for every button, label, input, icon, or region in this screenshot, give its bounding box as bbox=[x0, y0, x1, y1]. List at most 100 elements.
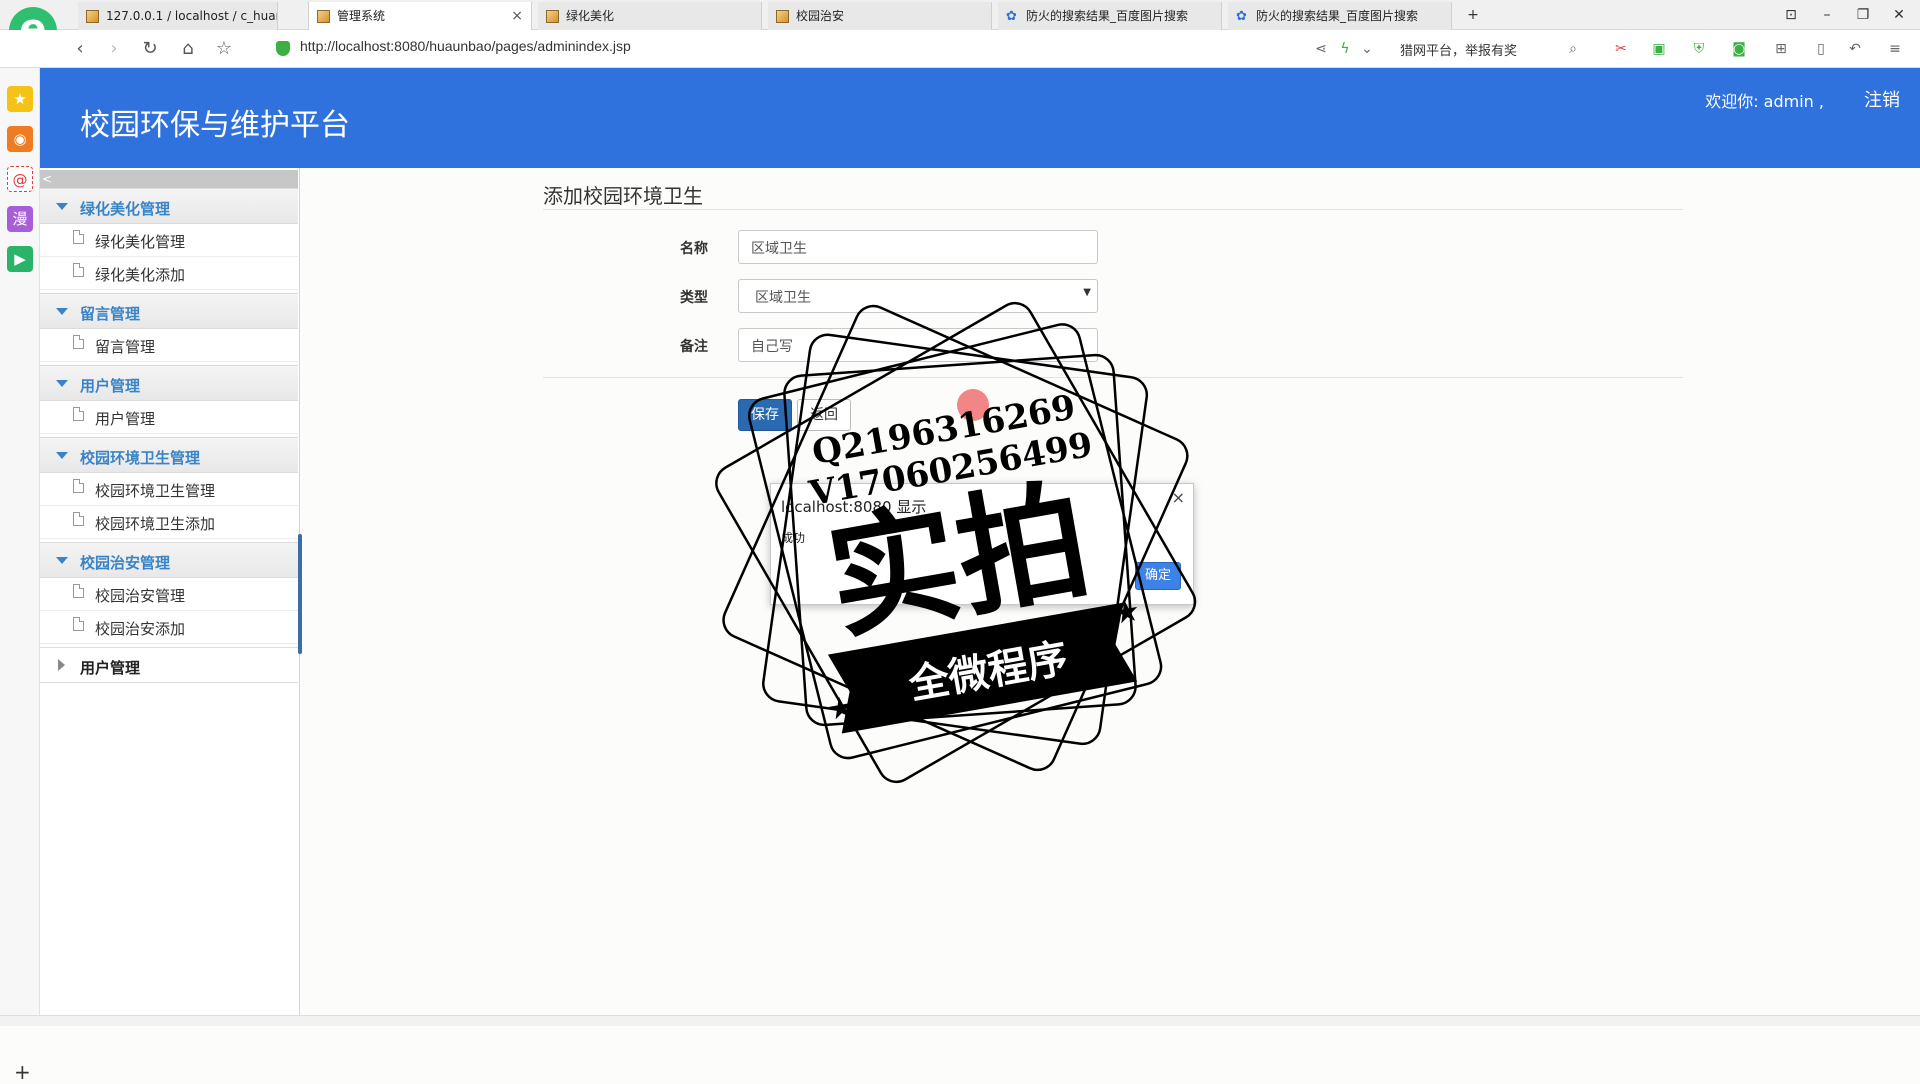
field-label-type: 类型 bbox=[680, 290, 708, 306]
sidebar-group-label: 绿化美化管理 bbox=[80, 200, 171, 218]
search-input[interactable]: 猎网平台，举报有奖 bbox=[1400, 40, 1517, 59]
browser-tab-bar: e 127.0.0.1 / localhost / c_huanb 管理系统 ×… bbox=[0, 0, 1920, 55]
sidebar-item-sanitation-manage[interactable]: 校园环境卫生管理 bbox=[40, 473, 298, 506]
ok-button[interactable]: 确定 bbox=[1135, 562, 1181, 590]
sidebar-item-sanitation-add[interactable]: 校园环境卫生添加 bbox=[40, 506, 298, 539]
page-title: 添加校园环境卫生 bbox=[543, 184, 703, 208]
document-icon bbox=[73, 407, 84, 421]
apps-icon[interactable]: ⊞ bbox=[1772, 40, 1790, 58]
sidebar-item-greening-manage[interactable]: 绿化美化管理 bbox=[40, 224, 298, 257]
baidu-paw-icon: ✿ bbox=[1006, 9, 1017, 24]
name-input-value: 区域卫生 bbox=[751, 241, 807, 257]
sidebar-group-label: 用户管理 bbox=[80, 377, 141, 395]
tab-title: 127.0.0.1 / localhost / c_huanb bbox=[106, 9, 278, 23]
sidebar-resize-handle[interactable] bbox=[298, 534, 302, 654]
weibo-icon[interactable]: ◉ bbox=[7, 126, 33, 152]
sidebar-item-label: 用户管理 bbox=[95, 410, 156, 428]
chevron-down-icon[interactable]: ⌄ bbox=[1358, 40, 1376, 58]
app-title: 校园环保与维护平台 bbox=[80, 108, 350, 143]
remark-input-value: 自己写 bbox=[751, 339, 793, 355]
sidebar-group-sanitation[interactable]: 校园环境卫生管理 bbox=[40, 437, 298, 473]
welcome-text: 欢迎你: admin , bbox=[1705, 92, 1824, 111]
tab-baidu-search-2[interactable]: ✿ 防火的搜索结果_百度图片搜索 bbox=[1228, 2, 1452, 30]
reload-icon[interactable]: ↻ bbox=[138, 37, 162, 61]
comic-icon[interactable]: 漫 bbox=[7, 206, 33, 232]
sidebar-group-security[interactable]: 校园治安管理 bbox=[40, 542, 298, 578]
star-icon: ★ bbox=[825, 689, 858, 728]
dropdown-arrow-icon: ▼ bbox=[1083, 287, 1091, 298]
home-icon[interactable]: ⌂ bbox=[176, 37, 200, 61]
sidebar-item-label: 绿化美化添加 bbox=[95, 266, 186, 284]
email-icon[interactable]: @ bbox=[7, 166, 33, 192]
game-icon[interactable]: ◙ bbox=[1730, 40, 1748, 58]
sidebar-item-security-add[interactable]: 校园治安添加 bbox=[40, 611, 298, 644]
sidebar-collapse-toggle[interactable]: < bbox=[40, 170, 298, 188]
document-icon bbox=[73, 512, 84, 526]
favorites-star-icon[interactable]: ★ bbox=[7, 86, 33, 112]
caret-down-icon bbox=[56, 452, 68, 459]
back-icon[interactable]: ‹ bbox=[68, 37, 92, 61]
field-label-name: 名称 bbox=[680, 241, 708, 257]
star-icon[interactable]: ☆ bbox=[212, 37, 236, 61]
remark-input[interactable]: 自己写 bbox=[738, 328, 1098, 362]
scissors-icon[interactable]: ✂ bbox=[1612, 40, 1630, 58]
sidebar-item-users-manage[interactable]: 用户管理 bbox=[40, 401, 298, 434]
video-icon[interactable]: ▶ bbox=[7, 246, 33, 272]
tab-baidu-search-1[interactable]: ✿ 防火的搜索结果_百度图片搜索 bbox=[998, 2, 1222, 30]
search-icon[interactable]: ⌕ bbox=[1564, 40, 1582, 58]
sidebar-item-greening-add[interactable]: 绿化美化添加 bbox=[40, 257, 298, 290]
forward-icon[interactable]: › bbox=[102, 37, 126, 61]
close-icon[interactable]: × bbox=[511, 2, 523, 30]
sidebar-group-greening[interactable]: 绿化美化管理 bbox=[40, 188, 298, 224]
restore-icon[interactable]: ❐ bbox=[1852, 4, 1874, 26]
document-icon bbox=[73, 479, 84, 493]
sidebar-item-security-manage[interactable]: 校园治安管理 bbox=[40, 578, 298, 611]
lightning-icon[interactable]: ϟ bbox=[1336, 40, 1354, 58]
shield-icon[interactable]: ⛨ bbox=[1690, 40, 1708, 58]
undo-icon[interactable]: ↶ bbox=[1846, 40, 1864, 58]
tab-greening[interactable]: 绿化美化 bbox=[538, 2, 762, 30]
field-label-remark: 备注 bbox=[680, 339, 708, 355]
address-bar: ‹ › ↻ ⌂ ☆ http://localhost:8080/huaunbao… bbox=[0, 30, 1920, 68]
document-icon bbox=[73, 263, 84, 277]
close-window-icon[interactable]: ✕ bbox=[1888, 4, 1910, 26]
sidebar-item-label: 绿化美化管理 bbox=[95, 233, 186, 251]
minimize-icon[interactable]: – bbox=[1816, 4, 1838, 26]
type-select[interactable]: 区域卫生 ▼ bbox=[738, 279, 1098, 313]
name-input[interactable]: 区域卫生 bbox=[738, 230, 1098, 264]
document-icon bbox=[73, 335, 84, 349]
tab-title: 绿化美化 bbox=[566, 9, 615, 23]
menu-icon[interactable]: ≡ bbox=[1886, 40, 1904, 58]
add-icon[interactable]: + bbox=[14, 1060, 31, 1084]
watermark-banner-text: 全微程序 bbox=[905, 636, 1072, 709]
back-button[interactable]: 返回 bbox=[797, 399, 851, 431]
page-icon bbox=[546, 10, 559, 23]
reader-icon[interactable]: ▯ bbox=[1812, 40, 1830, 58]
tab-phpmyadmin[interactable]: 127.0.0.1 / localhost / c_huanb bbox=[78, 2, 278, 30]
browser-sidebar: ★ ◉ @ 漫 ▶ + bbox=[0, 68, 40, 1084]
sidebar-group-label: 校园环境卫生管理 bbox=[80, 449, 201, 467]
url-input[interactable]: http://localhost:8080/huaunbao/pages/adm… bbox=[300, 38, 631, 54]
tab-admin-system[interactable]: 管理系统 × bbox=[308, 2, 532, 30]
sidebar-group-messages[interactable]: 留言管理 bbox=[40, 293, 298, 329]
sidebar-group-label: 校园治安管理 bbox=[80, 554, 171, 572]
cursor-highlight bbox=[957, 389, 989, 421]
sidebar-group-users-collapsed[interactable]: 用户管理 bbox=[40, 647, 298, 683]
translate-icon[interactable]: ▣ bbox=[1650, 40, 1668, 58]
sidebar-group-label: 留言管理 bbox=[80, 305, 141, 323]
close-icon[interactable]: × bbox=[1172, 488, 1185, 507]
logout-link[interactable]: 注销 bbox=[1864, 86, 1900, 112]
sidebar-group-users[interactable]: 用户管理 bbox=[40, 365, 298, 401]
save-button[interactable]: 保存 bbox=[738, 399, 792, 431]
dialog-message: 成功 bbox=[781, 531, 806, 545]
divider bbox=[543, 377, 1683, 378]
caret-down-icon bbox=[56, 380, 68, 387]
sidebar-item-messages-manage[interactable]: 留言管理 bbox=[40, 329, 298, 362]
baidu-paw-icon: ✿ bbox=[1236, 9, 1247, 24]
new-tab-icon[interactable]: + bbox=[1462, 4, 1484, 26]
watermark-banner bbox=[827, 602, 1138, 734]
tab-security[interactable]: 校园治安 bbox=[768, 2, 992, 30]
shirt-icon[interactable]: ⊡ bbox=[1780, 4, 1802, 26]
sidebar-item-label: 校园环境卫生管理 bbox=[95, 482, 216, 500]
share-icon[interactable]: ⋖ bbox=[1312, 40, 1330, 58]
